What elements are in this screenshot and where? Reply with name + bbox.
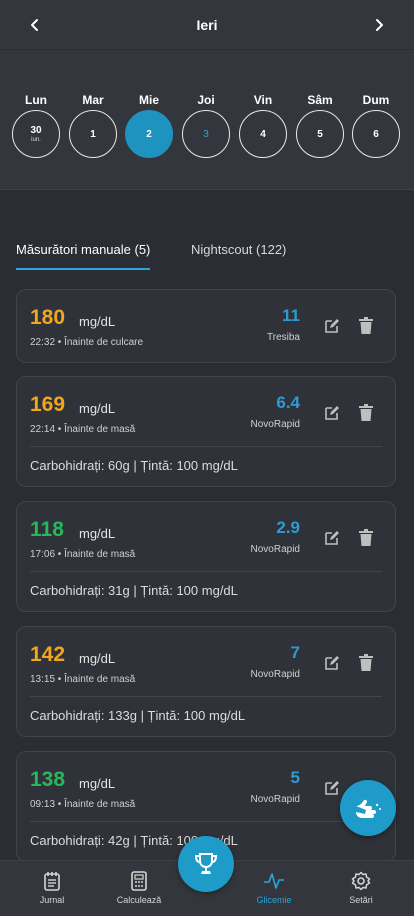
- measurement-card[interactable]: 180 mg/dL 22:32 • Înainte de culcare 11 …: [16, 289, 396, 363]
- measurement-card[interactable]: 142 mg/dL 13:15 • Înainte de masă 7 Novo…: [16, 626, 396, 737]
- day-tue[interactable]: Mar 1: [69, 92, 117, 158]
- nav-settings[interactable]: Setări: [321, 870, 401, 905]
- day-circle[interactable]: 5: [296, 110, 344, 158]
- edit-icon[interactable]: [324, 405, 340, 421]
- day-number: 30: [30, 124, 42, 136]
- carbs-info: Carbohidrați: 133g | Țintă: 100 mg/dL: [30, 708, 246, 723]
- carbs-info: Carbohidrați: 31g | Țintă: 100 mg/dL: [30, 583, 238, 598]
- insulin-dose: 2.9: [276, 518, 300, 537]
- insulin-name: NovoRapid: [250, 544, 300, 555]
- trash-icon[interactable]: [358, 317, 374, 335]
- card-divider: [30, 821, 382, 822]
- insulin-dose: 11: [282, 306, 300, 325]
- nav-journal[interactable]: Jurnal: [12, 870, 92, 905]
- day-number: 5: [317, 128, 323, 140]
- glucose-value: 138: [30, 768, 66, 791]
- measurement-meta: 09:13 • Înainte de masă: [30, 799, 136, 810]
- insulin-dose: 6.4: [276, 393, 300, 412]
- card-divider: [30, 571, 382, 572]
- day-number: 3: [203, 128, 209, 140]
- trophy-icon[interactable]: [178, 836, 234, 892]
- day-fri[interactable]: Vin 4: [239, 92, 287, 158]
- card-divider: [30, 696, 382, 697]
- measurement-meta: 22:32 • Înainte de culcare: [30, 337, 144, 348]
- edit-icon[interactable]: [324, 318, 340, 334]
- day-name: Sâm: [307, 93, 333, 107]
- calculator-icon: [99, 870, 179, 892]
- measurement-tabs: Măsurători manuale (5) Nightscout (122): [0, 236, 414, 270]
- journal-icon: [12, 870, 92, 892]
- top-bar: Ieri: [0, 0, 414, 50]
- glucose-value: 169: [30, 393, 66, 416]
- day-mon[interactable]: Lun 30 iun.: [12, 92, 60, 158]
- edit-icon[interactable]: [324, 655, 340, 671]
- glucose-value: 180: [30, 306, 66, 329]
- glucose-unit: mg/dL: [79, 314, 116, 329]
- day-circle[interactable]: 1: [69, 110, 117, 158]
- chevron-right-icon[interactable]: [366, 12, 392, 38]
- nav-journal-label: Jurnal: [39, 895, 65, 905]
- insulin-dose: 7: [290, 643, 300, 662]
- day-name: Joi: [197, 93, 215, 107]
- nav-calculator[interactable]: Calculează: [99, 870, 179, 905]
- day-thu[interactable]: Joi 3: [182, 92, 230, 158]
- day-name: Lun: [25, 93, 47, 107]
- day-number: 6: [373, 128, 379, 140]
- glucose-unit: mg/dL: [79, 776, 116, 791]
- nav-calculator-label: Calculează: [116, 895, 162, 905]
- glucose-unit: mg/dL: [79, 526, 116, 541]
- edit-icon[interactable]: [324, 530, 340, 546]
- measurement-meta: 22:14 • Înainte de masă: [30, 424, 136, 435]
- nav-glycemia[interactable]: Glicemie: [234, 870, 314, 905]
- trash-icon[interactable]: [358, 654, 374, 672]
- day-sun[interactable]: Dum 6: [352, 92, 400, 158]
- nav-glycemia-label: Glicemie: [256, 895, 292, 905]
- measurement-meta: 13:15 • Înainte de masă: [30, 674, 136, 685]
- trash-icon[interactable]: [358, 404, 374, 422]
- edit-icon[interactable]: [324, 780, 340, 796]
- glucose-value: 118: [30, 518, 64, 541]
- trash-icon[interactable]: [358, 529, 374, 547]
- card-divider: [30, 446, 382, 447]
- insulin-name: Tresiba: [267, 332, 300, 343]
- nav-settings-label: Setări: [349, 895, 373, 905]
- day-number: 4: [260, 128, 266, 140]
- glucose-value: 142: [30, 643, 66, 666]
- page-title: Ieri: [196, 16, 218, 33]
- carbs-info: Carbohidrați: 60g | Țintă: 100 mg/dL: [30, 458, 238, 473]
- insulin-name: NovoRapid: [250, 669, 300, 680]
- day-name: Dum: [362, 93, 390, 107]
- gear-icon: [321, 870, 401, 892]
- glucose-unit: mg/dL: [79, 401, 116, 416]
- day-month: iun.: [31, 136, 41, 143]
- tab-nightscout[interactable]: Nightscout (122): [191, 236, 286, 270]
- day-wed[interactable]: Mie 2: [125, 92, 173, 158]
- day-number: 2: [146, 128, 152, 140]
- measurement-card[interactable]: 169 mg/dL 22:14 • Înainte de masă 6.4 No…: [16, 376, 396, 487]
- day-number: 1: [90, 128, 96, 140]
- day-sat[interactable]: Sâm 5: [296, 92, 344, 158]
- insulin-name: NovoRapid: [250, 794, 300, 805]
- day-circle-selected[interactable]: 2: [125, 110, 173, 158]
- day-name: Vin: [253, 93, 273, 107]
- day-circle[interactable]: 6: [352, 110, 400, 158]
- hand-pointing-icon[interactable]: [340, 780, 396, 836]
- pulse-icon: [234, 870, 314, 892]
- measurement-card[interactable]: 118 mg/dL 17:06 • Înainte de masă 2.9 No…: [16, 501, 396, 612]
- day-name: Mar: [82, 93, 104, 107]
- glucose-unit: mg/dL: [79, 651, 116, 666]
- tab-manual[interactable]: Măsurători manuale (5): [16, 236, 151, 270]
- day-circle[interactable]: 30 iun.: [12, 110, 60, 158]
- insulin-dose: 5: [290, 768, 300, 787]
- day-name: Mie: [138, 93, 159, 107]
- day-circle-today[interactable]: 3: [182, 110, 230, 158]
- chevron-left-icon[interactable]: [22, 12, 48, 38]
- day-circle[interactable]: 4: [239, 110, 287, 158]
- measurement-meta: 17:06 • Înainte de masă: [30, 549, 136, 560]
- insulin-name: NovoRapid: [250, 419, 300, 430]
- week-selector: Lun 30 iun. Mar 1 Mie 2 Joi 3 Vin 4 Sâm …: [0, 50, 414, 190]
